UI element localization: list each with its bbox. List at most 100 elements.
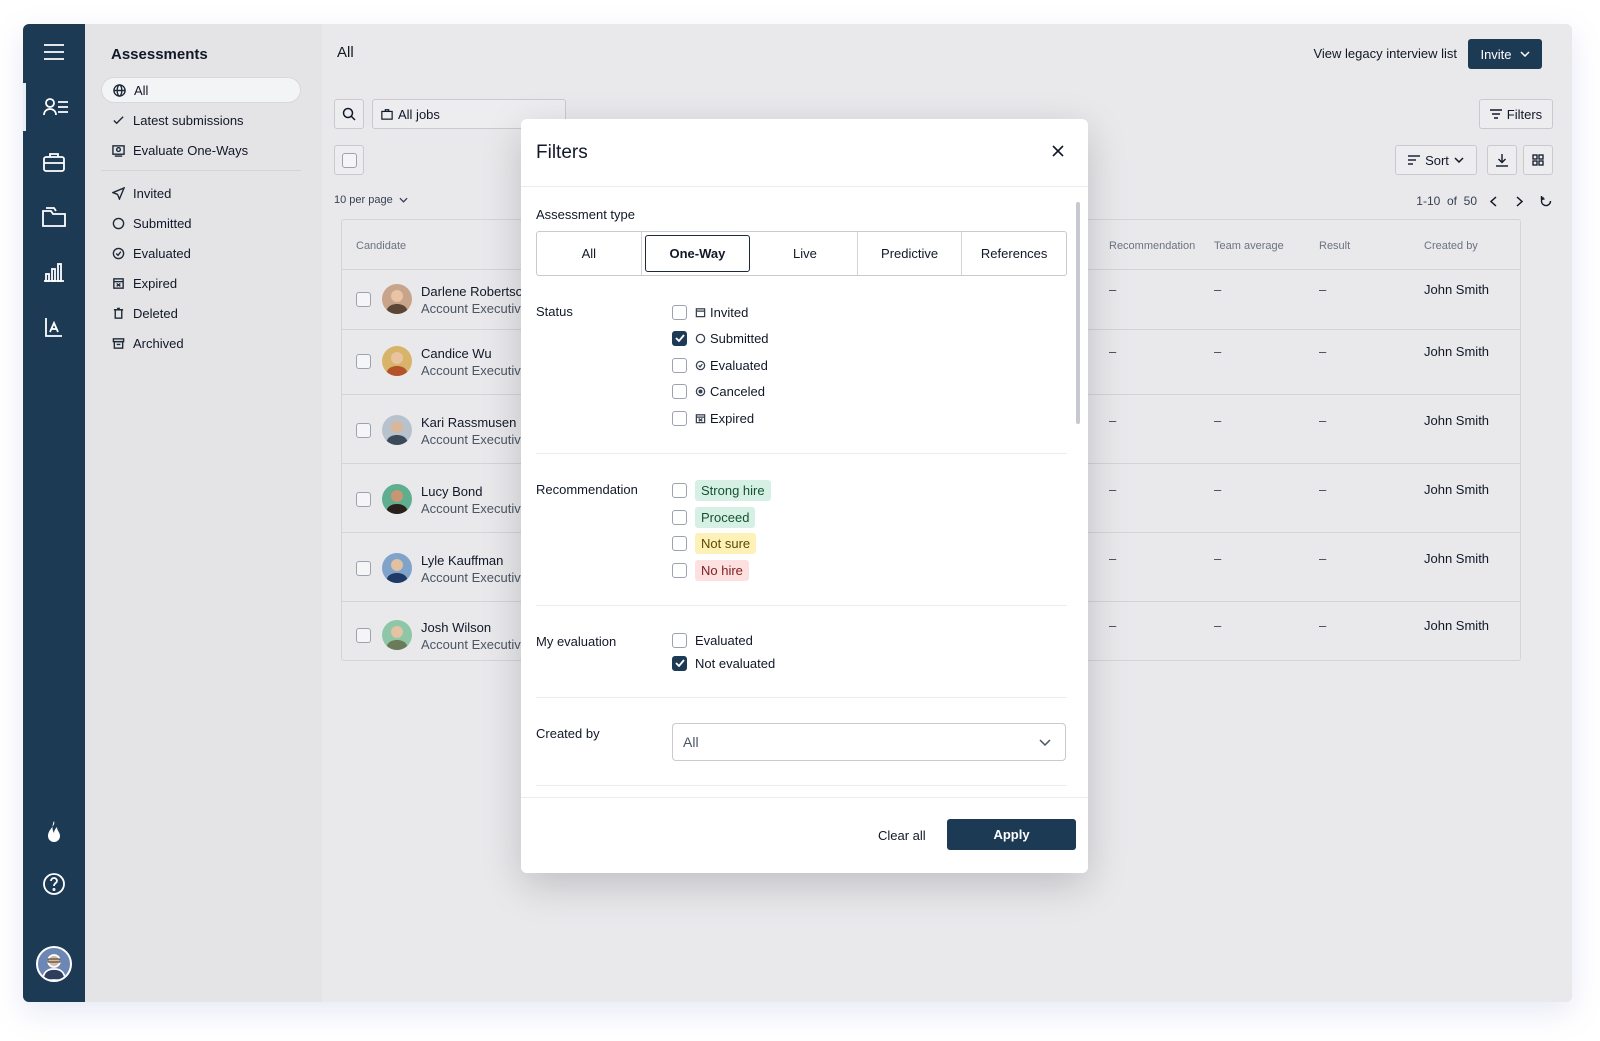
assessment-tool-icon[interactable] xyxy=(23,303,85,351)
legacy-interview-link[interactable]: View legacy interview list xyxy=(1313,46,1457,61)
checkbox-box[interactable] xyxy=(672,535,687,551)
recommendation-option-no-hire[interactable]: No hire xyxy=(672,559,749,581)
checkbox-box[interactable] xyxy=(672,383,687,399)
video-icon xyxy=(111,143,125,157)
status-label: Status xyxy=(536,304,573,319)
per-page-select[interactable]: 10 per page xyxy=(334,194,408,206)
archive-icon xyxy=(111,336,125,350)
sidebar-item-expired[interactable]: Expired xyxy=(101,270,301,296)
checkbox-box[interactable] xyxy=(672,482,687,498)
sidebar-item-submitted[interactable]: Submitted xyxy=(101,210,301,236)
option-label: Invited xyxy=(710,304,749,320)
assessment-type-label: Assessment type xyxy=(536,207,635,222)
chevron-right-icon[interactable] xyxy=(1516,196,1523,207)
folder-icon[interactable] xyxy=(23,193,85,241)
status-option-evaluated[interactable]: Evaluated xyxy=(672,355,768,375)
checkbox-box[interactable] xyxy=(672,562,687,578)
status-option-submitted[interactable]: Submitted xyxy=(672,328,769,348)
avatar xyxy=(382,620,412,650)
sidebar-item-evaluate-one-ways[interactable]: Evaluate One-Ways xyxy=(101,137,301,163)
checkbox-box[interactable] xyxy=(672,509,687,525)
sidebar-item-invited[interactable]: Invited xyxy=(101,180,301,206)
help-icon[interactable] xyxy=(23,860,85,908)
column-header-team-average[interactable]: Team average xyxy=(1214,240,1284,252)
column-header-recommendation[interactable]: Recommendation xyxy=(1109,240,1195,252)
download-icon xyxy=(1496,154,1508,167)
search-button[interactable] xyxy=(334,99,364,129)
avatar xyxy=(382,484,412,514)
created-by-select[interactable]: All xyxy=(672,723,1066,761)
sidebar-item-evaluated[interactable]: Evaluated xyxy=(101,240,301,266)
briefcase-icon[interactable] xyxy=(23,138,85,186)
recommendation-value: – xyxy=(1109,344,1117,359)
row-checkbox[interactable] xyxy=(356,292,371,307)
recommendation-option-proceed[interactable]: Proceed xyxy=(672,506,756,528)
checkbox-box[interactable] xyxy=(672,357,687,373)
modal-scrollbar[interactable] xyxy=(1076,202,1080,424)
team-average-value: – xyxy=(1214,344,1222,359)
assessment-type-one-way[interactable]: One-Way xyxy=(644,235,751,272)
apply-button[interactable]: Apply xyxy=(947,819,1076,850)
refresh-icon[interactable] xyxy=(1540,195,1552,207)
assessment-type-live[interactable]: Live xyxy=(753,232,858,275)
my-evaluation-option-not-evaluated[interactable]: Not evaluated xyxy=(672,653,775,673)
sort-button[interactable]: Sort xyxy=(1395,145,1477,175)
my-evaluation-option-evaluated[interactable]: Evaluated xyxy=(672,630,753,650)
assessment-type-all[interactable]: All xyxy=(537,232,642,275)
sidebar-item-label: Latest submissions xyxy=(133,112,244,128)
row-checkbox[interactable] xyxy=(356,492,371,507)
column-header-result[interactable]: Result xyxy=(1319,240,1350,252)
status-option-canceled[interactable]: Canceled xyxy=(672,381,765,401)
row-checkbox[interactable] xyxy=(356,354,371,369)
row-checkbox[interactable] xyxy=(356,423,371,438)
chevron-down-icon xyxy=(1039,739,1051,746)
avatar xyxy=(382,346,412,376)
recommendation-value: – xyxy=(1109,482,1117,497)
download-button[interactable] xyxy=(1487,145,1517,175)
sidebar-item-all[interactable]: All xyxy=(101,77,301,103)
chart-icon[interactable] xyxy=(23,248,85,296)
checkbox-box xyxy=(341,152,357,168)
column-header-candidate[interactable]: Candidate xyxy=(356,240,406,252)
filters-button[interactable]: Filters xyxy=(1479,99,1553,129)
recommendation-option-strong-hire[interactable]: Strong hire xyxy=(672,479,771,501)
candidate-name: Darlene Robertson xyxy=(421,284,531,299)
user-avatar[interactable] xyxy=(36,946,72,982)
sidebar-item-deleted[interactable]: Deleted xyxy=(101,300,301,326)
row-checkbox[interactable] xyxy=(356,628,371,643)
checkbox-checked[interactable] xyxy=(672,330,687,346)
column-header-created-by[interactable]: Created by xyxy=(1424,240,1478,252)
sidebar-item-latest-submissions[interactable]: Latest submissions xyxy=(101,107,301,133)
candidates-icon[interactable] xyxy=(23,83,85,131)
checkbox-checked[interactable] xyxy=(672,655,687,671)
assessment-type-predictive[interactable]: Predictive xyxy=(858,232,963,275)
avatar xyxy=(382,415,412,445)
result-value: – xyxy=(1319,282,1327,297)
grid-view-button[interactable] xyxy=(1523,145,1553,175)
sidebar-item-label: Deleted xyxy=(133,305,178,321)
candidate-name: Lyle Kauffman xyxy=(421,553,504,568)
sidebar-item-archived[interactable]: Archived xyxy=(101,330,301,356)
result-value: – xyxy=(1319,344,1327,359)
recommendation-option-not-sure[interactable]: Not sure xyxy=(672,532,757,554)
status-option-invited[interactable]: Invited xyxy=(672,302,748,322)
calendar-x-icon xyxy=(111,276,125,290)
close-icon[interactable] xyxy=(1050,143,1066,159)
row-checkbox[interactable] xyxy=(356,561,371,576)
checkbox-box[interactable] xyxy=(672,410,687,426)
result-value: – xyxy=(1319,413,1327,428)
chevron-left-icon[interactable] xyxy=(1490,196,1497,207)
checkbox-box[interactable] xyxy=(672,304,687,320)
clear-all-button[interactable]: Clear all xyxy=(878,828,926,843)
avatar xyxy=(382,284,412,314)
flame-logo-icon[interactable] xyxy=(23,809,85,857)
select-all-checkbox[interactable] xyxy=(334,145,364,175)
menu-icon[interactable] xyxy=(23,28,85,76)
filters-modal: Filters Assessment type All One-Way Live… xyxy=(521,119,1088,873)
assessment-type-references[interactable]: References xyxy=(962,232,1066,275)
grid-icon xyxy=(1532,154,1544,166)
created-by-value: John Smith xyxy=(1424,413,1490,428)
status-option-expired[interactable]: Expired xyxy=(672,408,754,428)
checkbox-box[interactable] xyxy=(672,632,687,648)
invite-button[interactable]: Invite xyxy=(1468,39,1542,69)
